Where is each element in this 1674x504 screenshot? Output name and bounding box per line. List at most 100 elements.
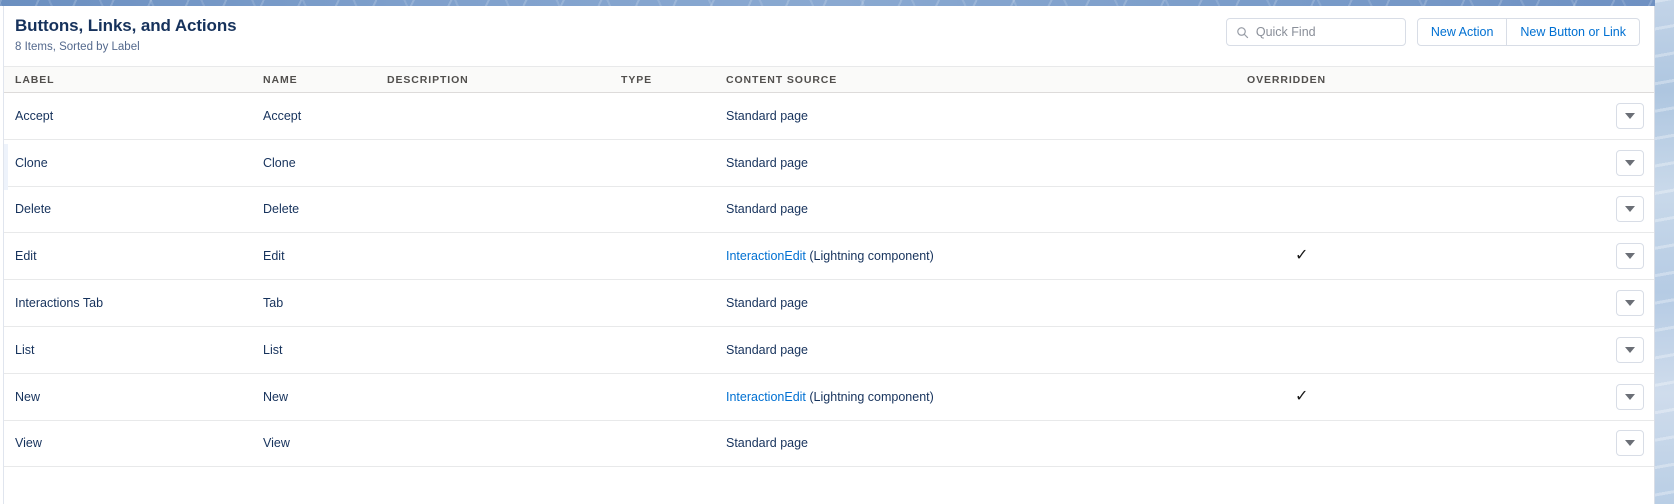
app-right-banner [1655,0,1674,504]
cell-row-actions [1517,279,1654,327]
chevron-down-icon [1625,346,1635,353]
header-title-block: Buttons, Links, and Actions 8 Items, Sor… [15,14,237,55]
cell-content-source: InteractionEdit (Lightning component) [726,232,1247,281]
cell-name: Delete [263,186,387,234]
chevron-down-icon [1625,440,1635,447]
content-source-text: Standard page [726,342,809,357]
cell-overridden: ✓ [1247,373,1517,421]
content-source-link[interactable]: InteractionEdit [726,390,806,404]
table-row[interactable]: Edit Edit InteractionEdit (Lightning compo… [4,232,1654,281]
table-row[interactable]: View View Standard page [4,420,1654,468]
cell-description [387,92,621,140]
column-header-content-source[interactable]: CONTENT SOURCE [726,66,1247,93]
cell-content-source: Standard page [726,186,1247,234]
table-body: Accept Accept Standard page Clone Clone Stand… [4,92,1654,468]
chevron-down-icon [1625,393,1635,400]
search-input[interactable] [1255,25,1388,39]
row-focus-accent [4,144,8,190]
buttons-links-actions-panel: Buttons, Links, and Actions 8 Items, Sor… [3,6,1655,504]
header-button-group: New Action New Button or Link [1416,18,1640,46]
cell-overridden [1247,92,1517,140]
cell-content-source: Standard page [726,279,1247,327]
quick-find-box[interactable] [1225,18,1406,46]
cell-description [387,186,621,234]
cell-label: New [4,373,263,421]
cell-name: Clone [263,139,387,187]
table-row[interactable]: List List Standard page [4,326,1654,374]
chevron-down-icon [1625,112,1635,119]
cell-name: Edit [263,232,387,281]
cell-overridden [1247,279,1517,327]
cell-name: Accept [263,92,387,140]
row-menu-button[interactable] [1616,383,1644,410]
chevron-down-icon [1625,206,1635,213]
column-header-label[interactable]: LABEL [4,66,263,93]
cell-name: View [263,420,387,468]
cell-label: Accept [4,92,263,140]
cell-content-source: Standard page [726,326,1247,374]
cell-content-source: Standard page [726,139,1247,187]
cell-type [621,186,726,234]
cell-label: Clone [4,139,263,187]
column-header-overridden[interactable]: OVERRIDDEN [1247,66,1517,93]
column-header-description[interactable]: DESCRIPTION [387,66,621,93]
buttons-links-actions-table: LABEL NAME DESCRIPTION TYPE CONTENT SOUR… [4,66,1654,468]
cell-description [387,420,621,468]
content-source-text: Standard page [726,436,809,451]
page-subtitle: 8 Items, Sorted by Label [15,41,140,53]
chevron-down-icon [1625,159,1635,166]
cell-overridden [1247,186,1517,234]
row-menu-button[interactable] [1616,196,1644,223]
table-row[interactable]: Delete Delete Standard page [4,186,1654,234]
content-source-link[interactable]: InteractionEdit [726,249,806,263]
row-menu-button[interactable] [1616,336,1644,363]
cell-row-actions [1517,420,1654,468]
check-icon: ✓ [1295,247,1309,265]
panel-header: Buttons, Links, and Actions 8 Items, Sor… [4,6,1654,66]
table-row[interactable]: New New InteractionEdit (Lightning compone… [4,373,1654,421]
cell-row-actions [1517,326,1654,374]
cell-label: List [4,326,263,374]
content-source-text: Standard page [726,155,809,170]
cell-type [621,373,726,421]
cell-row-actions [1517,373,1654,421]
row-menu-button[interactable] [1616,430,1644,457]
cell-label: Delete [4,186,263,234]
header-actions: New Action New Button or Link [1225,14,1640,46]
cell-description [387,232,621,281]
cell-row-actions [1517,186,1654,234]
row-menu-button[interactable] [1616,290,1644,317]
cell-content-source: InteractionEdit (Lightning component) [726,373,1247,421]
column-header-type[interactable]: TYPE [621,66,726,93]
table-row[interactable]: Accept Accept Standard page [4,92,1654,140]
new-button-or-link-button[interactable]: New Button or Link [1507,18,1640,46]
table-row[interactable]: Interactions Tab Tab Standard page [4,279,1654,327]
cell-row-actions [1517,232,1654,281]
new-action-button[interactable]: New Action [1416,18,1508,46]
cell-description [387,373,621,421]
cell-type [621,232,726,281]
check-icon: ✓ [1295,387,1309,405]
cell-type [621,326,726,374]
chevron-down-icon [1625,253,1635,260]
row-menu-button[interactable] [1616,243,1644,270]
column-header-name[interactable]: NAME [263,66,387,93]
cell-type [621,139,726,187]
page-title: Buttons, Links, and Actions [15,16,237,35]
cell-overridden [1247,139,1517,187]
cell-row-actions [1517,139,1654,187]
content-source-text: (Lightning component) [805,389,934,404]
cell-overridden [1247,326,1517,374]
chevron-down-icon [1625,300,1635,307]
row-menu-button[interactable] [1616,102,1644,129]
cell-content-source: Standard page [726,420,1247,468]
cell-label: View [4,420,263,468]
cell-overridden: ✓ [1247,232,1517,281]
cell-description [387,279,621,327]
content-source-text: (Lightning component) [805,249,934,264]
table-header-row: LABEL NAME DESCRIPTION TYPE CONTENT SOUR… [4,66,1654,93]
table-header: LABEL NAME DESCRIPTION TYPE CONTENT SOUR… [4,66,1654,93]
table-row[interactable]: Clone Clone Standard page [4,139,1654,187]
row-menu-button[interactable] [1616,149,1644,176]
cell-content-source: Standard page [726,92,1247,140]
